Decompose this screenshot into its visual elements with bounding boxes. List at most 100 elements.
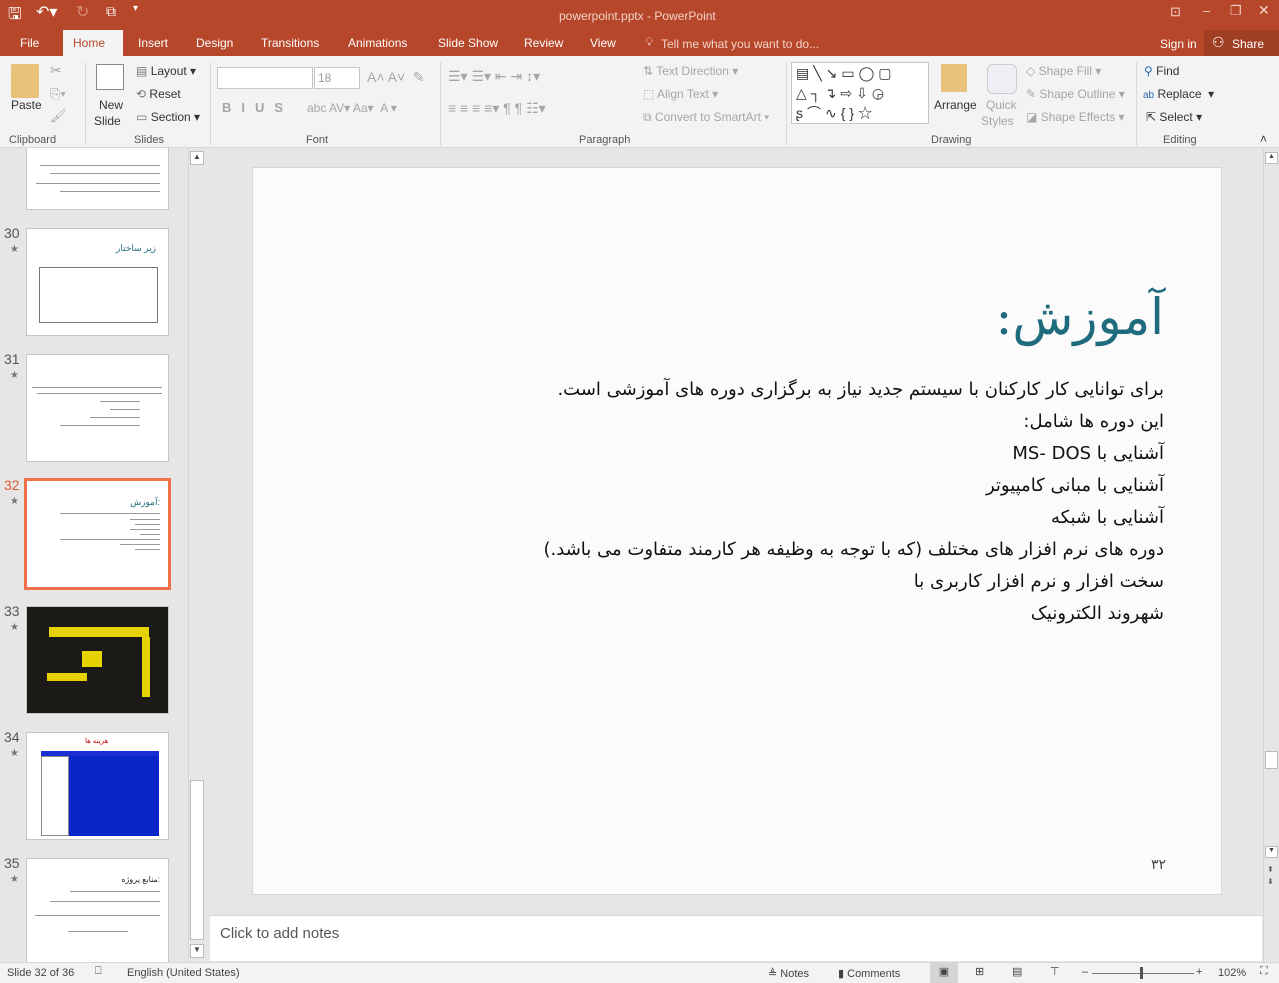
restore-icon[interactable]: ❐ (1230, 3, 1242, 19)
select-button[interactable]: ⇱ Select ▾ (1146, 110, 1202, 124)
zoom-level[interactable]: 102% (1218, 967, 1246, 979)
scroll-down-icon[interactable]: ▼ (190, 944, 204, 958)
reset-button[interactable]: ⟲ Reset (136, 87, 181, 101)
layout-button[interactable]: ▤ Layout ▾ (136, 64, 196, 78)
ribbon-tabs: File Home Insert Design Transitions Anim… (0, 30, 1279, 56)
slide-canvas[interactable]: آموزش: برای توانایی کار کارکنان با سیستم… (252, 167, 1222, 895)
shape-fill-button[interactable]: ◇ Shape Fill ▾ (1026, 64, 1101, 78)
smartart-icon: ⧉ (643, 110, 652, 124)
undo-icon[interactable]: ↶▾ (36, 2, 57, 22)
quick-styles-button[interactable]: Quick (986, 98, 1017, 112)
align-text-icon: ⬚ (643, 87, 655, 101)
star-icon: ★ (10, 622, 19, 633)
slide-thumbnail-33[interactable] (26, 606, 169, 714)
tab-animations[interactable]: Animations (338, 30, 417, 56)
find-button[interactable]: ⚲ Find (1144, 64, 1179, 78)
thumbnails-scrollbar[interactable]: ▲ ▼ (188, 148, 205, 962)
section-button[interactable]: ▭ Section ▾ (136, 110, 200, 124)
shape-effects-icon: ◪ (1026, 110, 1038, 124)
editor-scrollbar[interactable]: ▲ ▼ ⇞ ⇟ (1263, 148, 1279, 962)
customize-qat-icon[interactable]: ▾ (133, 3, 138, 14)
comments-button[interactable]: ▮ Comments (838, 967, 900, 980)
reading-view-icon[interactable]: ▤ (1012, 965, 1022, 978)
paste-button[interactable]: Paste (11, 98, 42, 112)
tab-transitions[interactable]: Transitions (251, 30, 329, 56)
arrange-icon (941, 64, 967, 92)
zoom-slider[interactable] (1092, 973, 1194, 974)
shape-effects-button[interactable]: ◪ Shape Effects ▾ (1026, 110, 1125, 124)
list-icons[interactable]: ☰▾ ☰▾ ⇤ ⇥ ↕▾ (448, 68, 540, 85)
font-format-buttons[interactable]: BIUS (222, 100, 293, 115)
tab-home[interactable]: Home (63, 30, 123, 56)
normal-view-icon[interactable]: ▣ (930, 963, 958, 983)
star-icon: ★ (10, 244, 19, 255)
prev-next-slide-icon[interactable]: ⇞ ⇟ (1267, 864, 1274, 888)
scroll-up-icon[interactable]: ▲ (1265, 152, 1278, 164)
scroll-up-icon[interactable]: ▲ (190, 151, 204, 165)
replace-icon: ab (1143, 90, 1155, 101)
slide-thumbnail-32-selected[interactable]: آموزش: (24, 478, 171, 590)
convert-smartart-button[interactable]: ⧉ Convert to SmartArt ▾ (643, 110, 769, 125)
font-effects-icons[interactable]: abc AV▾ Aa▾ A ▾ (307, 101, 397, 115)
body-line: برای توانایی کار کارکنان با سیستم جدید ن… (557, 379, 1164, 400)
editing-group-label: Editing (1163, 134, 1197, 146)
paste-icon[interactable] (11, 64, 39, 98)
slide-body[interactable]: برای توانایی کار کارکنان با سیستم جدید ن… (524, 374, 1164, 630)
slide-counter: Slide 32 of 36 (7, 967, 75, 979)
language-indicator[interactable]: English (United States) (127, 967, 240, 979)
scroll-thumb[interactable] (190, 780, 204, 940)
slide-sorter-icon[interactable]: ⊞ (975, 965, 984, 978)
arrange-button[interactable]: Arrange (934, 98, 977, 112)
slide-title[interactable]: آموزش: (995, 288, 1164, 346)
slide-thumbnail-34[interactable]: هزینه ها (26, 732, 169, 840)
text-direction-button[interactable]: ⇅ Text Direction ▾ (643, 64, 738, 78)
replace-button[interactable]: ab Replace ▾ (1143, 87, 1214, 101)
tab-file[interactable]: File (10, 30, 49, 56)
shape-outline-button[interactable]: ✎ Shape Outline ▾ (1026, 87, 1125, 101)
tell-me-input[interactable]: Tell me what you want to do... (661, 37, 819, 51)
font-size-input[interactable]: 18 (314, 67, 360, 89)
scroll-down-icon[interactable]: ▼ (1265, 846, 1278, 858)
font-name-input[interactable] (217, 67, 313, 89)
tab-view[interactable]: View (580, 30, 626, 56)
slide-thumbnail-31[interactable] (26, 354, 169, 462)
tab-review[interactable]: Review (514, 30, 573, 56)
new-slide-icon[interactable] (96, 64, 124, 90)
sign-in-link[interactable]: Sign in (1160, 37, 1197, 51)
slide-number: 31 (4, 351, 20, 367)
body-line: آشنایی با MS- DOS (1012, 443, 1164, 464)
slide-thumbnails-pane: 30 ★ زیر ساختار 31 ★ 32 ★ آموزش: 33 ★ 34… (0, 148, 205, 962)
new-slide-label-2[interactable]: Slide (94, 114, 121, 128)
star-icon: ★ (10, 496, 19, 507)
ribbon-display-icon[interactable]: ⊡ (1170, 4, 1181, 20)
align-text-button[interactable]: ⬚ Align Text ▾ (643, 87, 718, 101)
alignment-icons[interactable]: ≡ ≡ ≡ ≡▾ ¶ ¶ ☷▾ (448, 100, 546, 117)
zoom-in-icon[interactable]: + (1196, 966, 1202, 978)
notes-pane[interactable]: Click to add notes (210, 915, 1262, 961)
new-slide-label[interactable]: New (99, 98, 123, 112)
title-bar: 🖫 ↶▾ ↻ ⧉ ▾ powerpoint.pptx - PowerPoint … (0, 0, 1279, 30)
share-button[interactable]: ⚇ Share (1204, 30, 1279, 56)
minimize-icon[interactable]: – (1203, 3, 1210, 18)
fit-to-window-icon[interactable]: ⛶ (1260, 965, 1268, 978)
shapes-gallery[interactable]: ▤╲↘▭◯▢ △┐↴⇨⇩◶ ʂ⌒∿{}☆ (791, 62, 929, 124)
tab-insert[interactable]: Insert (128, 30, 178, 56)
scroll-thumb[interactable] (1265, 751, 1278, 769)
notes-placeholder[interactable]: Click to add notes (220, 925, 339, 942)
quick-styles-label[interactable]: Styles (981, 114, 1014, 128)
zoom-out-icon[interactable]: – (1082, 966, 1088, 978)
slide-thumbnail-35[interactable]: منابع پروژه: (26, 858, 169, 962)
tab-slide-show[interactable]: Slide Show (428, 30, 508, 56)
spelling-icon[interactable]: ⎕ (95, 965, 102, 978)
collapse-ribbon-icon[interactable]: ˄ (1260, 132, 1267, 146)
notes-button[interactable]: ≜ Notes (768, 967, 809, 980)
font-size-controls-icon[interactable]: A˄ A˅ ✎ (367, 69, 425, 86)
tab-design[interactable]: Design (186, 30, 243, 56)
zoom-slider-thumb[interactable] (1140, 967, 1143, 979)
save-icon[interactable]: 🖫 (8, 3, 22, 30)
slide-thumbnail-30[interactable]: زیر ساختار (26, 228, 169, 336)
present-icon[interactable]: ⧉ (106, 3, 116, 20)
close-icon[interactable]: ✕ (1258, 2, 1270, 19)
slideshow-view-icon[interactable]: ⊤ (1050, 965, 1060, 978)
slide-thumbnail-29[interactable] (26, 148, 169, 210)
